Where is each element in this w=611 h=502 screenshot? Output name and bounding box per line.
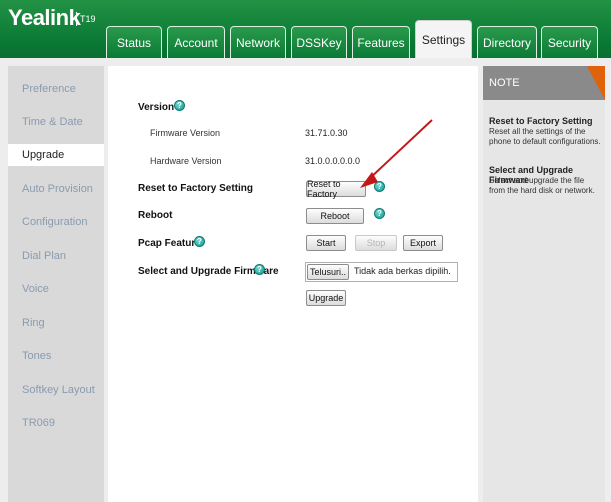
sidebar-item-tones[interactable]: Tones	[8, 345, 104, 367]
firmware-version-label: Firmware Version	[150, 128, 221, 138]
note-reset-title: Reset to Factory Setting	[489, 116, 593, 126]
reboot-help-icon[interactable]: ?	[374, 208, 385, 219]
reboot-button[interactable]: Reboot	[306, 208, 364, 224]
tab-account[interactable]: Account	[167, 26, 225, 58]
sidebar-item-preference[interactable]: Preference	[8, 78, 104, 100]
pcap-feature-label: Pcap Feature	[138, 238, 201, 249]
sidebar-item-softkey-layout[interactable]: Softkey Layout	[8, 379, 104, 401]
note-reset-text: Reset all the settings of the phone to d…	[489, 127, 601, 146]
upgrade-help-icon[interactable]: ?	[254, 264, 265, 275]
pcap-stop-button[interactable]: Stop	[355, 235, 397, 251]
tab-status[interactable]: Status	[106, 26, 162, 58]
pcap-start-button[interactable]: Start	[306, 235, 346, 251]
firmware-version-value: 31.71.0.30	[305, 128, 348, 138]
reset-help-icon[interactable]: ?	[374, 181, 385, 192]
browse-file-button[interactable]: Telusuri..	[307, 264, 349, 280]
main-tabs: Status Account Network DSSKey Features S…	[0, 0, 611, 58]
sidebar: Preference Time & Date Upgrade Auto Prov…	[8, 66, 104, 502]
main-content: Version ? Firmware Version 31.71.0.30 Ha…	[108, 66, 478, 502]
tab-directory[interactable]: Directory	[477, 26, 537, 58]
sidebar-item-dial-plan[interactable]: Dial Plan	[8, 245, 104, 267]
version-label: Version	[138, 102, 175, 113]
upgrade-button[interactable]: Upgrade	[306, 290, 346, 306]
file-status-text: Tidak ada berkas dipilih.	[354, 266, 451, 276]
note-panel: NOTE Reset to Factory Setting Reset all …	[483, 66, 605, 502]
pcap-help-icon[interactable]: ?	[194, 236, 205, 247]
tab-security[interactable]: Security	[541, 26, 598, 58]
hardware-version-value: 31.0.0.0.0.0.0	[305, 156, 361, 166]
sidebar-item-tr069[interactable]: TR069	[8, 412, 104, 434]
sidebar-item-auto-provision[interactable]: Auto Provision	[8, 178, 104, 200]
tab-features[interactable]: Features	[352, 26, 410, 58]
version-help-icon[interactable]: ?	[174, 100, 185, 111]
tab-settings[interactable]: Settings	[415, 20, 472, 58]
tab-dsskey[interactable]: DSSKey	[291, 26, 347, 58]
note-upgrade-text: Select and upgrade the file from the har…	[489, 176, 595, 195]
sidebar-item-ring[interactable]: Ring	[8, 312, 104, 334]
pcap-export-button[interactable]: Export	[403, 235, 443, 251]
reset-factory-label: Reset to Factory Setting	[138, 183, 254, 194]
tab-network[interactable]: Network	[230, 26, 286, 58]
sidebar-item-upgrade[interactable]: Upgrade	[8, 144, 104, 166]
sidebar-item-time-date[interactable]: Time & Date	[8, 111, 104, 133]
sidebar-item-configuration[interactable]: Configuration	[8, 211, 104, 233]
reset-to-factory-button[interactable]: Reset to Factory	[306, 179, 366, 199]
hardware-version-label: Hardware Version	[150, 156, 222, 166]
sidebar-item-voice[interactable]: Voice	[8, 278, 104, 300]
note-corner-accent	[587, 66, 605, 100]
reboot-label: Reboot	[138, 210, 173, 221]
